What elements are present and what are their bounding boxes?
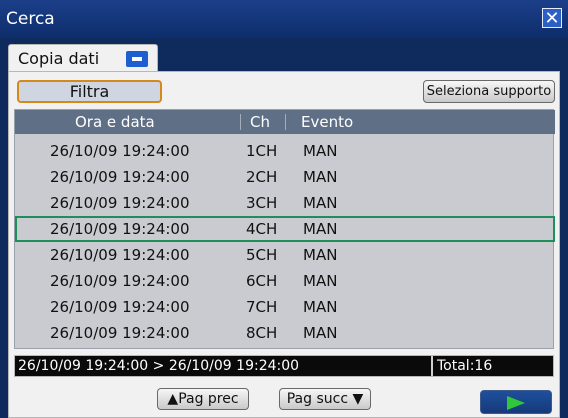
column-header-event: Evento bbox=[301, 113, 354, 131]
table-row[interactable]: 26/10/09 19:24:00 2CH MAN bbox=[15, 164, 555, 190]
cell-ch: 2CH bbox=[246, 168, 278, 186]
cell-event: MAN bbox=[303, 272, 338, 290]
cell-event: MAN bbox=[303, 220, 338, 238]
prev-page-button[interactable]: ▲Pag prec bbox=[157, 388, 249, 410]
status-bar: 26/10/09 19:24:00 > 26/10/09 19:24:00 To… bbox=[14, 355, 554, 377]
total-count: Total:16 bbox=[437, 358, 493, 374]
window-title: Cerca bbox=[6, 9, 55, 29]
tab-copia-dati[interactable]: Copia dati bbox=[8, 44, 158, 71]
table-row[interactable]: 26/10/09 19:24:00 6CH MAN bbox=[15, 268, 555, 294]
cell-ch: 5CH bbox=[246, 246, 278, 264]
table-row[interactable]: 26/10/09 19:24:00 3CH MAN bbox=[15, 190, 555, 216]
cell-datetime: 26/10/09 19:24:00 bbox=[50, 220, 190, 238]
cell-datetime: 26/10/09 19:24:00 bbox=[50, 246, 190, 264]
play-button[interactable] bbox=[480, 390, 552, 414]
table-header: Ora e data Ch Evento bbox=[15, 110, 555, 134]
cell-ch: 7CH bbox=[246, 298, 278, 316]
next-page-button[interactable]: Pag succ ▼ bbox=[279, 388, 371, 410]
table-row[interactable]: 26/10/09 19:24:00 8CH MAN bbox=[15, 320, 555, 346]
tab-row: Copia dati bbox=[0, 38, 568, 71]
cell-datetime: 26/10/09 19:24:00 bbox=[50, 298, 190, 316]
cell-event: MAN bbox=[303, 168, 338, 186]
cell-ch: 4CH bbox=[246, 220, 278, 238]
table-row[interactable]: 26/10/09 19:24:00 1CH MAN bbox=[15, 138, 555, 164]
title-bar: Cerca ✕ bbox=[0, 0, 568, 38]
filter-button[interactable]: Filtra bbox=[17, 80, 162, 103]
cell-datetime: 26/10/09 19:24:00 bbox=[50, 272, 190, 290]
table-row-selected[interactable]: 26/10/09 19:24:00 4CH MAN bbox=[15, 216, 555, 242]
time-range-text: 26/10/09 19:24:00 > 26/10/09 19:24:00 bbox=[18, 358, 300, 374]
play-icon bbox=[507, 396, 525, 410]
column-divider bbox=[285, 114, 286, 130]
cell-ch: 6CH bbox=[246, 272, 278, 290]
sd-card-icon bbox=[126, 51, 148, 67]
cell-datetime: 26/10/09 19:24:00 bbox=[50, 324, 190, 342]
cell-event: MAN bbox=[303, 324, 338, 342]
cell-ch: 1CH bbox=[246, 142, 278, 160]
cell-event: MAN bbox=[303, 298, 338, 316]
results-table: Ora e data Ch Evento 26/10/09 19:24:00 1… bbox=[14, 109, 555, 349]
column-header-datetime: Ora e data bbox=[75, 113, 155, 131]
close-icon: ✕ bbox=[544, 8, 560, 29]
cell-ch: 8CH bbox=[246, 324, 278, 342]
table-row[interactable]: 26/10/09 19:24:00 5CH MAN bbox=[15, 242, 555, 268]
column-header-ch: Ch bbox=[250, 113, 270, 131]
content-panel: Filtra Seleziona supporto Ora e data Ch … bbox=[8, 71, 560, 418]
cell-event: MAN bbox=[303, 194, 338, 212]
select-media-button[interactable]: Seleziona supporto bbox=[423, 80, 555, 103]
close-button[interactable]: ✕ bbox=[542, 8, 562, 29]
cell-datetime: 26/10/09 19:24:00 bbox=[50, 194, 190, 212]
cell-datetime: 26/10/09 19:24:00 bbox=[50, 168, 190, 186]
table-row[interactable]: 26/10/09 19:24:00 7CH MAN bbox=[15, 294, 555, 320]
cell-datetime: 26/10/09 19:24:00 bbox=[50, 142, 190, 160]
tab-label: Copia dati bbox=[18, 49, 100, 68]
cell-event: MAN bbox=[303, 142, 338, 160]
column-divider bbox=[240, 114, 241, 130]
cell-ch: 3CH bbox=[246, 194, 278, 212]
cell-event: MAN bbox=[303, 246, 338, 264]
status-divider bbox=[431, 356, 433, 376]
